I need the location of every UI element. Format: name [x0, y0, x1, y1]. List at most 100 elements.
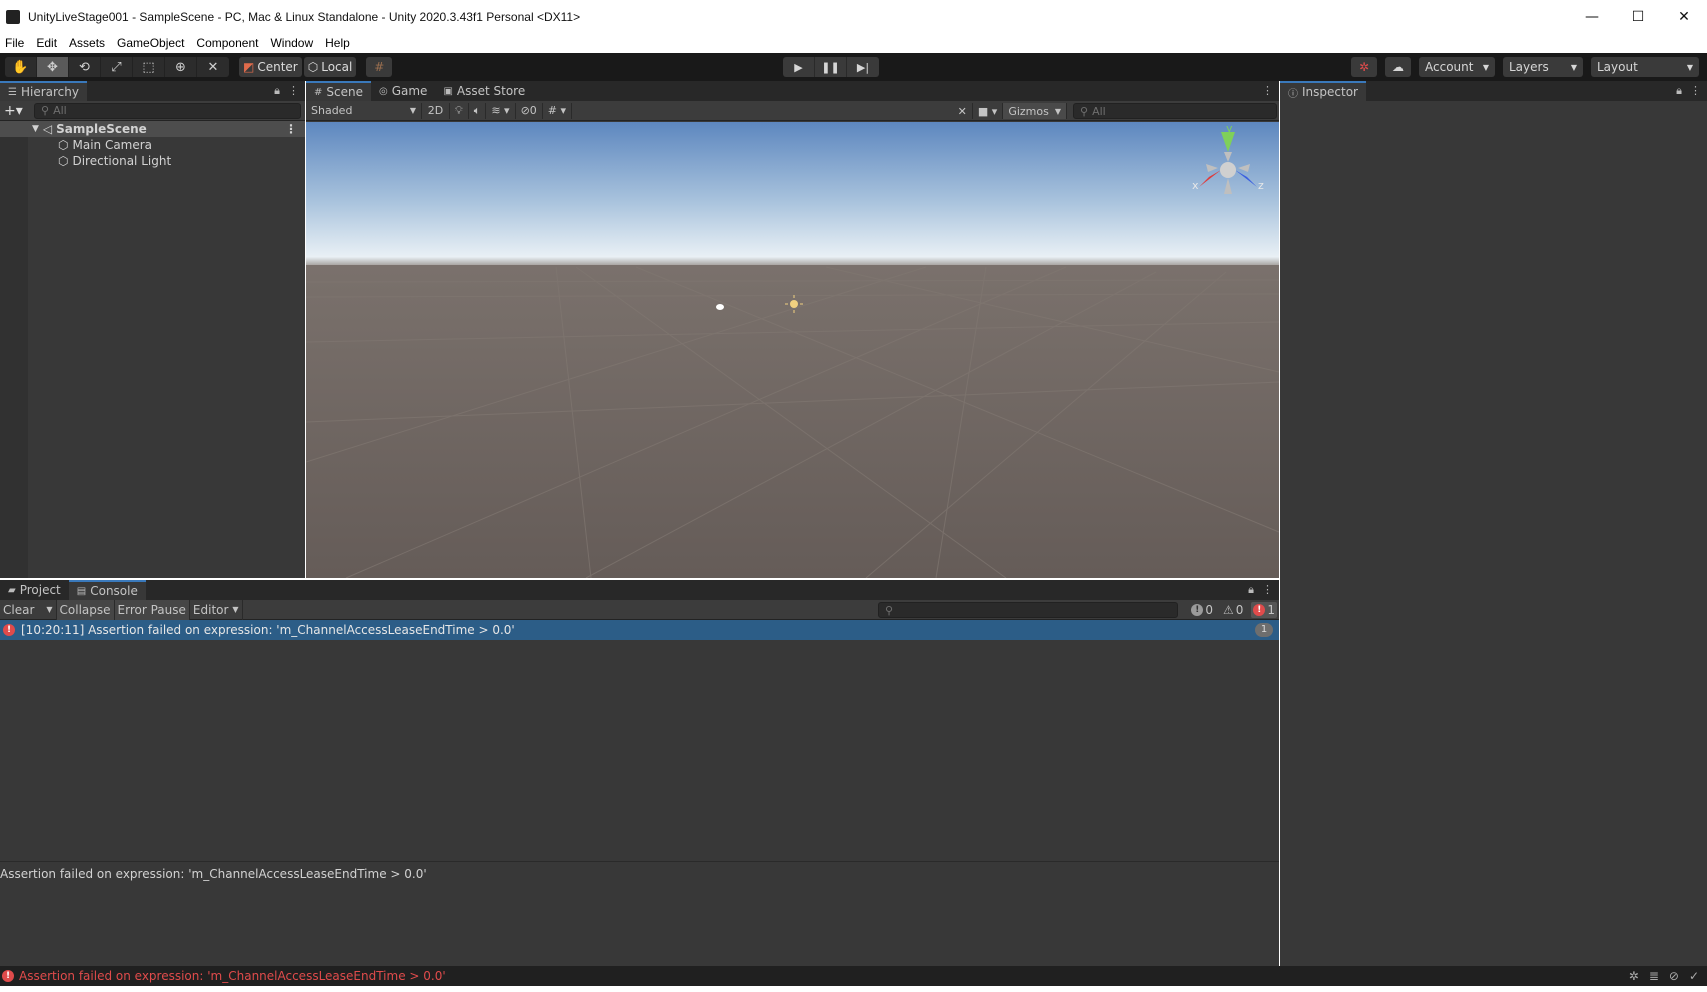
scene-row[interactable]: ▼ ◁ SampleScene ⋮ — [0, 121, 305, 137]
play-button[interactable]: ▶ — [783, 57, 815, 77]
scene-render[interactable]: y x z — [306, 122, 1279, 578]
lock-icon[interactable]: 🔒︎ — [1248, 583, 1254, 597]
tab-asset-store[interactable]: ▣ Asset Store — [435, 81, 533, 101]
menu-file[interactable]: File — [0, 36, 30, 50]
hierarchy-item-directional-light[interactable]: ⬡ Directional Light — [0, 153, 305, 169]
bug-icon[interactable]: ✲ — [1629, 969, 1639, 983]
hierarchy-item-main-camera[interactable]: ⬡ Main Camera — [0, 137, 305, 153]
minimize-button[interactable]: — — [1569, 0, 1615, 33]
play-icon: ▶ — [794, 60, 803, 74]
space-toggle[interactable]: ⬡ Local — [303, 57, 357, 77]
error-count-toggle[interactable]: ! 1 — [1251, 602, 1277, 618]
gizmos-label: Gizmos — [1008, 104, 1049, 118]
kebab-menu-icon[interactable]: ⋮ — [1262, 84, 1273, 97]
menu-window[interactable]: Window — [264, 36, 319, 50]
database-icon[interactable]: ≣ — [1649, 969, 1659, 983]
tab-game[interactable]: ◎ Game — [371, 81, 435, 101]
tab-project[interactable]: ▰ Project — [0, 580, 69, 600]
editor-dropdown[interactable]: Editor ▼ — [190, 599, 243, 620]
effects-layers-icon: ≋ ▾ — [491, 104, 510, 117]
account-dropdown[interactable]: Account ▼ — [1419, 57, 1495, 77]
pause-button[interactable]: ❚❚ — [815, 57, 847, 77]
tab-console[interactable]: ▤ Console — [68, 580, 146, 600]
scene-viewport[interactable]: y x z — [306, 122, 1279, 578]
warning-count: 0 — [1235, 603, 1244, 617]
ground-plane — [306, 265, 1279, 578]
hierarchy-tabbar: ☰ Hierarchy 🔒︎ ⋮ — [0, 81, 305, 101]
progress-check-icon[interactable]: ✓ — [1689, 969, 1699, 983]
scene-menu-icon[interactable]: ⋮ — [285, 122, 297, 136]
menu-edit[interactable]: Edit — [30, 36, 63, 50]
camera-dropdown[interactable]: ■ ▾ — [973, 103, 1004, 119]
layers-dropdown[interactable]: Layers ▼ — [1503, 57, 1583, 77]
chevron-down-icon: ▼ — [1570, 62, 1577, 72]
hierarchy-panel: ☰ Hierarchy 🔒︎ ⋮ +▾ ⚲ All ▼ ◁ SampleScen… — [0, 81, 305, 578]
tab-hierarchy[interactable]: ☰ Hierarchy — [0, 81, 87, 101]
tab-inspector[interactable]: ⓘ Inspector — [1280, 81, 1366, 101]
local-cube-icon: ⬡ — [307, 60, 319, 74]
info-count-toggle[interactable]: ! 0 — [1189, 602, 1215, 618]
menu-assets[interactable]: Assets — [63, 36, 111, 50]
collab-button[interactable]: ✲ — [1351, 57, 1377, 77]
shading-dropdown[interactable]: Shaded ▼ — [306, 102, 422, 119]
transform-tool-icon[interactable]: ⊕ — [165, 57, 197, 77]
effects-toggle[interactable]: ≋ ▾ — [486, 102, 516, 119]
menu-gameobject[interactable]: GameObject — [111, 36, 190, 50]
kebab-menu-icon[interactable]: ⋮ — [1690, 84, 1701, 98]
kebab-menu-icon[interactable]: ⋮ — [1262, 583, 1273, 597]
audio-toggle[interactable]: 🔈︎ — [469, 102, 487, 119]
error-icon: ! — [1253, 604, 1266, 616]
inspector-tabbar: ⓘ Inspector 🔒︎ ⋮ — [1280, 81, 1707, 101]
collapse-label: Collapse — [59, 602, 111, 617]
tab-scene[interactable]: # Scene — [306, 81, 371, 101]
move-tool-icon[interactable]: ✥ — [37, 57, 69, 77]
kebab-menu-icon[interactable]: ⋮ — [288, 84, 299, 98]
hierarchy-search-input[interactable]: ⚲ All — [34, 102, 301, 119]
error-pause-toggle[interactable]: Error Pause — [114, 599, 190, 620]
collapse-toggle[interactable]: Collapse — [56, 599, 115, 620]
object-label: Directional Light — [72, 154, 172, 168]
lock-icon[interactable]: 🔒︎ — [1676, 84, 1682, 98]
status-bar[interactable]: ! Assertion failed on expression: 'm_Cha… — [0, 966, 1707, 986]
grid-snap-button[interactable]: # — [366, 57, 393, 77]
camera-gizmo-icon[interactable] — [716, 304, 724, 310]
warning-count-toggle[interactable]: ⚠ 0 — [1221, 602, 1245, 618]
hierarchy-tab-label: Hierarchy — [20, 85, 79, 99]
status-message[interactable]: Assertion failed on expression: 'm_Chann… — [19, 969, 446, 983]
custom-tool-icon[interactable]: ✕ — [197, 57, 229, 77]
foldout-arrow-icon[interactable]: ▼ — [32, 124, 39, 134]
maximize-button[interactable]: ☐ — [1615, 0, 1661, 33]
menu-component[interactable]: Component — [190, 36, 264, 50]
grid-toggle[interactable]: # ▾ — [543, 102, 573, 119]
toggle-2d-button[interactable]: 2D — [422, 102, 450, 119]
rotate-tool-icon[interactable]: ⟲ — [69, 57, 101, 77]
lighting-toggle[interactable]: 💡︎ — [450, 102, 469, 119]
auto-generate-lighting-icon[interactable]: ⊘ — [1669, 969, 1679, 983]
visibility-toggle[interactable]: ⊘ 0 — [516, 102, 543, 119]
clear-button[interactable]: Clear ▼ — [0, 599, 57, 620]
console-log-entry[interactable]: ! [10:20:11] Assertion failed on express… — [0, 620, 1279, 640]
cloud-button[interactable]: ☁ — [1385, 57, 1411, 77]
tools-button[interactable]: ✕ — [953, 103, 973, 119]
scene-search-input[interactable]: ⚲ All — [1073, 103, 1277, 119]
console-detail-pane[interactable]: Assertion failed on expression: 'm_Chann… — [0, 861, 1279, 966]
asset-store-tab-label: Asset Store — [456, 84, 526, 98]
step-button[interactable]: ▶| — [847, 57, 879, 77]
gizmos-dropdown[interactable]: Gizmos ▼ — [1003, 103, 1067, 119]
layout-dropdown[interactable]: Layout ▼ — [1591, 57, 1699, 77]
rect-tool-icon[interactable]: ⬚ — [133, 57, 165, 77]
console-search-input[interactable]: ⚲ — [878, 602, 1178, 618]
camera-icon: ■ ▾ — [977, 104, 998, 118]
create-button[interactable]: +▾ — [4, 103, 34, 119]
log-detail-text: Assertion failed on expression: 'm_Chann… — [0, 867, 427, 881]
scale-tool-icon[interactable]: ⤢ — [101, 57, 133, 77]
pivot-toggle[interactable]: ◩ Center — [239, 57, 302, 77]
axis-y-label: y — [1226, 122, 1233, 135]
error-pause-label: Error Pause — [117, 602, 186, 617]
gamepad-icon: ◎ — [378, 85, 388, 97]
close-button[interactable]: ✕ — [1661, 0, 1707, 33]
menu-help[interactable]: Help — [319, 36, 356, 50]
lock-icon[interactable]: 🔒︎ — [274, 84, 280, 98]
chevron-down-icon[interactable]: ▼ — [46, 605, 52, 614]
hand-tool-icon[interactable]: ✋ — [5, 57, 37, 77]
